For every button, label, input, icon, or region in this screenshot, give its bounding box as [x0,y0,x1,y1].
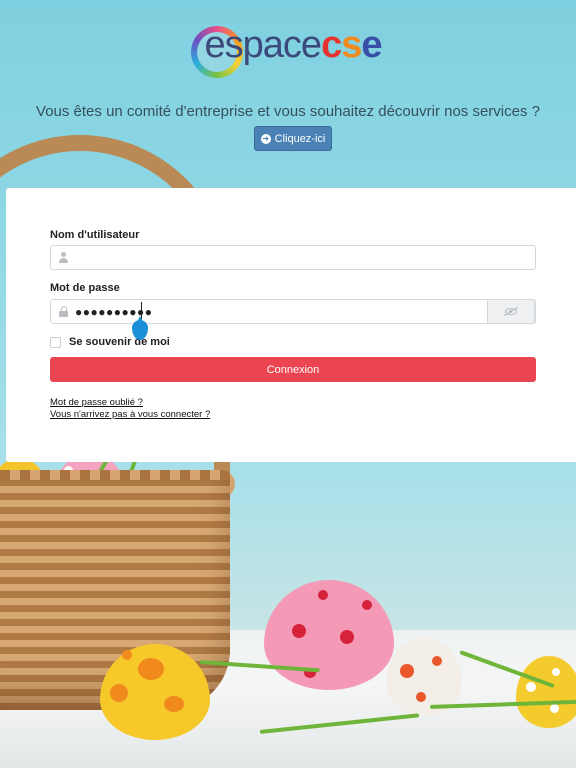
login-panel: Nom d'utilisateur Mot de passe ●●●●●●●●●… [6,188,576,462]
forgot-password-link[interactable]: Mot de passe oublié ? [50,397,143,408]
remember-me-label: Se souvenir de moi [69,336,170,348]
logo-text-cse: cse [321,24,382,66]
username-field[interactable] [50,245,536,270]
intro-tagline: Vous êtes un comité d'entreprise et vous… [36,103,540,120]
password-field[interactable]: ●●●●●●●●●● [50,299,536,324]
discover-services-button[interactable]: ➜ Cliquez-ici [254,126,332,151]
user-icon [59,252,69,263]
cta-label: Cliquez-ici [274,132,326,145]
remember-me-checkbox[interactable] [50,336,61,348]
username-label: Nom d'utilisateur [50,229,140,241]
logo-text-espace: espace [204,24,323,66]
lock-icon [59,306,69,317]
arrow-circle-right-icon: ➜ [260,133,271,144]
remember-me[interactable]: Se souvenir de moi [50,336,170,348]
login-help-link[interactable]: Vous n'arrivez pas à vous connecter ? [50,409,210,420]
pink-egg-red-dots [264,580,394,690]
toggle-password-visibility-button[interactable] [487,299,535,324]
espacecse-logo[interactable]: espace cse [0,24,576,84]
password-label: Mot de passe [50,282,120,294]
connexion-button[interactable]: Connexion [50,357,536,382]
